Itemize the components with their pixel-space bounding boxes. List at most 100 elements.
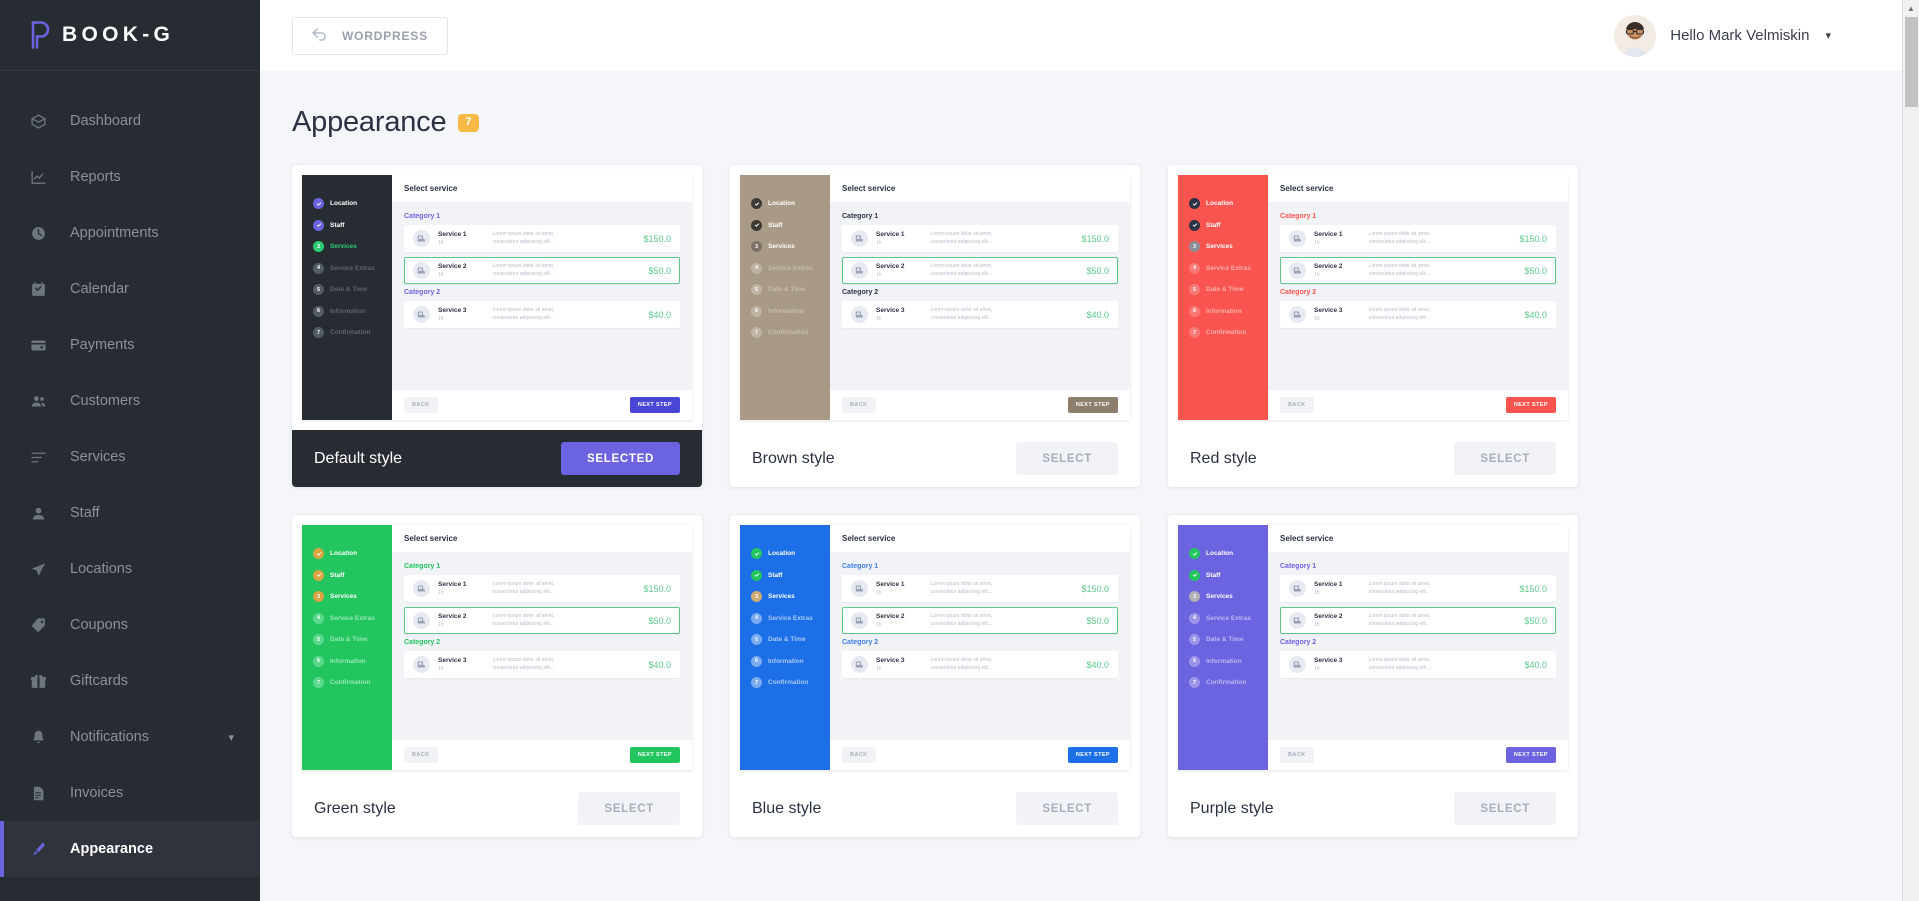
select-button[interactable]: SELECT bbox=[1016, 442, 1118, 475]
preview-back-button[interactable]: BACK bbox=[1280, 397, 1314, 413]
caret-up-icon[interactable]: ▲ bbox=[1903, 0, 1919, 17]
preview-service-info: Service 1 1h bbox=[876, 231, 905, 246]
sidebar-item-customers[interactable]: Customers bbox=[0, 373, 260, 429]
select-button[interactable]: SELECT bbox=[1454, 442, 1556, 475]
preview-step: Staff bbox=[740, 565, 830, 587]
wordpress-button-label: WORDPRESS bbox=[342, 28, 428, 43]
preview-service-description: Lorem ipsum dolor sit amet, consectetur a… bbox=[492, 263, 555, 277]
preview-step: 7 Confirmation bbox=[302, 322, 392, 344]
sidebar-item-services[interactable]: Services bbox=[0, 429, 260, 485]
sidebar-item-reports[interactable]: Reports bbox=[0, 149, 260, 205]
document-icon bbox=[30, 784, 52, 802]
preview-service-row[interactable]: Service 3 1h Lorem ipsum dolor sit amet, co… bbox=[842, 651, 1118, 678]
select-button[interactable]: SELECT bbox=[1454, 792, 1556, 825]
sidebar-item-dashboard[interactable]: Dashboard bbox=[0, 93, 260, 149]
preview-step: 4 Service Extras bbox=[1178, 258, 1268, 280]
preview-header: Select service bbox=[392, 175, 692, 202]
sidebar-item-appointments[interactable]: Appointments bbox=[0, 205, 260, 261]
service-image-icon bbox=[851, 230, 868, 247]
preview-service-row[interactable]: Service 1 1h Lorem ipsum dolor sit amet, co… bbox=[1280, 575, 1556, 602]
scrollbar-thumb[interactable] bbox=[1905, 17, 1918, 107]
preview-service-duration: 1h bbox=[1314, 665, 1320, 672]
preview-service-row[interactable]: Service 2 1h Lorem ipsum dolor sit amet, co… bbox=[1280, 607, 1556, 634]
step-indicator-icon bbox=[1189, 198, 1200, 210]
sidebar-item-giftcards[interactable]: Giftcards bbox=[0, 653, 260, 709]
profile-menu[interactable]: Hello Mark Velmiskin ▾ bbox=[1614, 14, 1831, 57]
preview-service-info: Service 2 1h bbox=[876, 613, 905, 628]
preview-category-label: Category 2 bbox=[404, 639, 441, 646]
step-indicator-icon bbox=[751, 219, 762, 231]
step-indicator-icon: 4 bbox=[1189, 262, 1200, 274]
preview-next-step-button[interactable]: NEXT STEP bbox=[1067, 397, 1118, 413]
preview-service-price: $50.0 bbox=[648, 265, 671, 276]
box-icon bbox=[30, 112, 52, 130]
avatar bbox=[1614, 14, 1657, 57]
preview-service-info: Service 3 1h bbox=[876, 307, 905, 322]
preview-service-row[interactable]: Service 3 1h Lorem ipsum dolor sit amet, co… bbox=[1280, 651, 1556, 678]
preview-category-label: Category 2 bbox=[842, 289, 879, 296]
step-indicator-icon: 6 bbox=[1189, 655, 1200, 667]
tag-icon bbox=[30, 616, 52, 634]
preview-service-row[interactable]: Service 3 1h Lorem ipsum dolor sit amet, co… bbox=[842, 301, 1118, 328]
preview-service-row[interactable]: Service 1 1h Lorem ipsum dolor sit amet, co… bbox=[404, 575, 680, 602]
sidebar-item-label: Giftcards bbox=[70, 673, 129, 689]
wordpress-button[interactable]: WORDPRESS bbox=[292, 16, 448, 55]
preview-service-row[interactable]: Service 3 1h Lorem ipsum dolor sit amet, co… bbox=[1280, 301, 1556, 328]
preview-service-duration: 1h bbox=[876, 665, 882, 672]
selected-button[interactable]: SELECTED bbox=[561, 442, 680, 475]
preview-back-button[interactable]: BACK bbox=[404, 397, 438, 413]
chevron-down-icon[interactable]: ▾ bbox=[228, 731, 234, 744]
preview-service-row[interactable]: Service 3 1h Lorem ipsum dolor sit amet, co… bbox=[404, 301, 680, 328]
preview-service-row[interactable]: Service 1 1h Lorem ipsum dolor sit amet, co… bbox=[842, 225, 1118, 252]
style-card-footer: Default style SELECTED bbox=[292, 430, 702, 487]
sidebar-item-staff[interactable]: Staff bbox=[0, 485, 260, 541]
preview-service-row[interactable]: Service 1 1h Lorem ipsum dolor sit amet, co… bbox=[404, 225, 680, 252]
style-name: Green style bbox=[314, 799, 396, 817]
sidebar-item-calendar[interactable]: Calendar bbox=[0, 261, 260, 317]
preview-step-label: Date & Time bbox=[330, 636, 368, 644]
preview-service-row[interactable]: Service 2 1h Lorem ipsum dolor sit amet, co… bbox=[842, 257, 1118, 284]
preview-next-step-button[interactable]: NEXT STEP bbox=[1505, 747, 1556, 763]
step-indicator-icon bbox=[313, 548, 324, 560]
preview-service-row[interactable]: Service 3 1h Lorem ipsum dolor sit amet, co… bbox=[404, 651, 680, 678]
preview-service-description: Lorem ipsum dolor sit amet, consectetur a… bbox=[930, 307, 993, 321]
preview-service-name: Service 3 bbox=[1314, 657, 1343, 665]
preview-back-button[interactable]: BACK bbox=[842, 747, 876, 763]
back-arrow-icon bbox=[312, 27, 329, 44]
sidebar-item-payments[interactable]: Payments bbox=[0, 317, 260, 373]
preview-next-step-button[interactable]: NEXT STEP bbox=[1505, 397, 1556, 413]
sidebar-item-appearance[interactable]: Appearance bbox=[0, 821, 260, 877]
preview-next-step-button[interactable]: NEXT STEP bbox=[629, 397, 680, 413]
page-content: Appearance 7 Location Staff 3 Services 4 Serv… bbox=[260, 71, 1919, 901]
preview-step: Location bbox=[302, 193, 392, 215]
step-indicator-icon: 7 bbox=[313, 677, 324, 689]
preview-service-row[interactable]: Service 1 1h Lorem ipsum dolor sit amet, co… bbox=[842, 575, 1118, 602]
preview-step-label: Service Extras bbox=[1206, 614, 1251, 622]
page-scrollbar[interactable]: ▲ bbox=[1902, 0, 1919, 901]
preview-service-row[interactable]: Service 2 1h Lorem ipsum dolor sit amet, co… bbox=[842, 607, 1118, 634]
sidebar-item-locations[interactable]: Locations bbox=[0, 541, 260, 597]
preview-next-step-button[interactable]: NEXT STEP bbox=[629, 747, 680, 763]
step-indicator-icon: 6 bbox=[313, 305, 324, 317]
select-button[interactable]: SELECT bbox=[578, 792, 680, 825]
select-button[interactable]: SELECT bbox=[1016, 792, 1118, 825]
preview-service-row[interactable]: Service 2 1h Lorem ipsum dolor sit amet, co… bbox=[404, 607, 680, 634]
preview-next-step-button[interactable]: NEXT STEP bbox=[1067, 747, 1118, 763]
preview-back-button[interactable]: BACK bbox=[404, 747, 438, 763]
style-preview: Location Staff 3 Services 4 Service Extras 5 Da… bbox=[302, 175, 692, 420]
step-indicator-icon: 3 bbox=[313, 241, 324, 253]
brush-icon bbox=[30, 840, 52, 858]
preview-service-row[interactable]: Service 1 1h Lorem ipsum dolor sit amet, co… bbox=[1280, 225, 1556, 252]
preview-service-row[interactable]: Service 2 1h Lorem ipsum dolor sit amet, co… bbox=[1280, 257, 1556, 284]
preview-back-button[interactable]: BACK bbox=[1280, 747, 1314, 763]
style-preview: Location Staff 3 Services 4 Service Extras 5 Da… bbox=[1178, 525, 1568, 770]
sidebar-item-invoices[interactable]: Invoices bbox=[0, 765, 260, 821]
preview-back-button[interactable]: BACK bbox=[842, 397, 876, 413]
preview-category-label: Category 2 bbox=[404, 289, 441, 296]
preview-category-label: Category 2 bbox=[842, 639, 879, 646]
brand[interactable]: BOOK-G bbox=[0, 0, 260, 71]
preview-service-row[interactable]: Service 2 1h Lorem ipsum dolor sit amet, co… bbox=[404, 257, 680, 284]
preview-step-label: Confirmation bbox=[768, 679, 809, 687]
sidebar-item-notifications[interactable]: Notifications ▾ bbox=[0, 709, 260, 765]
sidebar-item-coupons[interactable]: Coupons bbox=[0, 597, 260, 653]
